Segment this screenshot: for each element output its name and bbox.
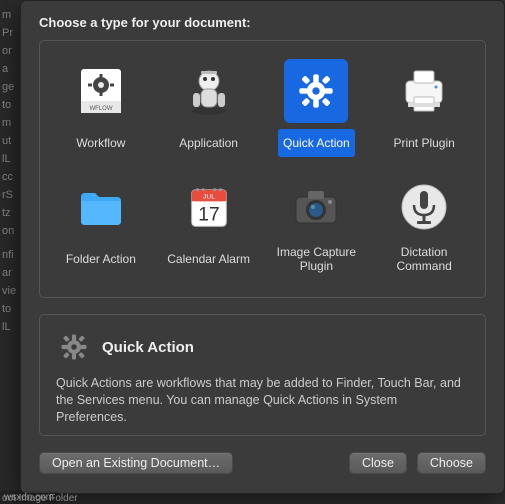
dialog-prompt: Choose a type for your document: bbox=[39, 15, 486, 30]
type-grid: WFLOW Workflow bbox=[50, 53, 475, 280]
svg-text:17: 17 bbox=[198, 204, 219, 225]
open-existing-button[interactable]: Open an Existing Document… bbox=[39, 452, 233, 474]
print-plugin-icon bbox=[392, 59, 456, 123]
type-print-plugin[interactable]: Print Plugin bbox=[373, 53, 475, 163]
type-folder-action[interactable]: Folder Action bbox=[50, 169, 152, 280]
type-label: Dictation Command bbox=[375, 245, 473, 274]
type-dictation-command[interactable]: Dictation Command bbox=[373, 169, 475, 280]
type-application[interactable]: Application bbox=[158, 53, 260, 163]
choose-button[interactable]: Choose bbox=[417, 452, 486, 474]
type-label: Workflow bbox=[76, 129, 125, 157]
svg-text:WFLOW: WFLOW bbox=[89, 106, 112, 112]
type-quick-action[interactable]: Quick Action bbox=[266, 53, 368, 163]
type-label: Application bbox=[179, 129, 238, 157]
type-image-capture-plugin[interactable]: Image Capture Plugin bbox=[266, 169, 368, 280]
description-text: Quick Actions are workflows that may be … bbox=[56, 375, 469, 426]
type-workflow[interactable]: WFLOW Workflow bbox=[50, 53, 152, 163]
bg-footer: oot Image Folder bbox=[2, 493, 78, 504]
document-type-dialog: Choose a type for your document: WFLOW W… bbox=[20, 0, 505, 494]
folder-action-icon bbox=[69, 175, 133, 239]
dictation-command-icon bbox=[392, 175, 456, 239]
type-label: Image Capture Plugin bbox=[268, 245, 366, 274]
svg-text:JUL: JUL bbox=[203, 193, 215, 200]
close-button[interactable]: Close bbox=[349, 452, 407, 474]
description-title: Quick Action bbox=[102, 339, 194, 356]
type-calendar-alarm[interactable]: JUL 17 Calendar Alarm bbox=[158, 169, 260, 280]
description-box: Quick Action Quick Actions are workflows… bbox=[39, 314, 486, 436]
description-header: Quick Action bbox=[56, 329, 469, 365]
type-grid-container: WFLOW Workflow bbox=[39, 40, 486, 298]
calendar-alarm-icon: JUL 17 bbox=[177, 175, 241, 239]
image-capture-plugin-icon bbox=[284, 175, 348, 239]
type-label: Calendar Alarm bbox=[167, 245, 250, 273]
type-label: Folder Action bbox=[66, 245, 136, 273]
workflow-icon: WFLOW bbox=[69, 59, 133, 123]
gear-icon bbox=[56, 329, 92, 365]
quick-action-icon bbox=[284, 59, 348, 123]
type-label: Quick Action bbox=[278, 129, 355, 157]
application-icon bbox=[177, 59, 241, 123]
button-row: Open an Existing Document… Close Choose bbox=[39, 452, 486, 474]
type-label: Print Plugin bbox=[393, 129, 454, 157]
